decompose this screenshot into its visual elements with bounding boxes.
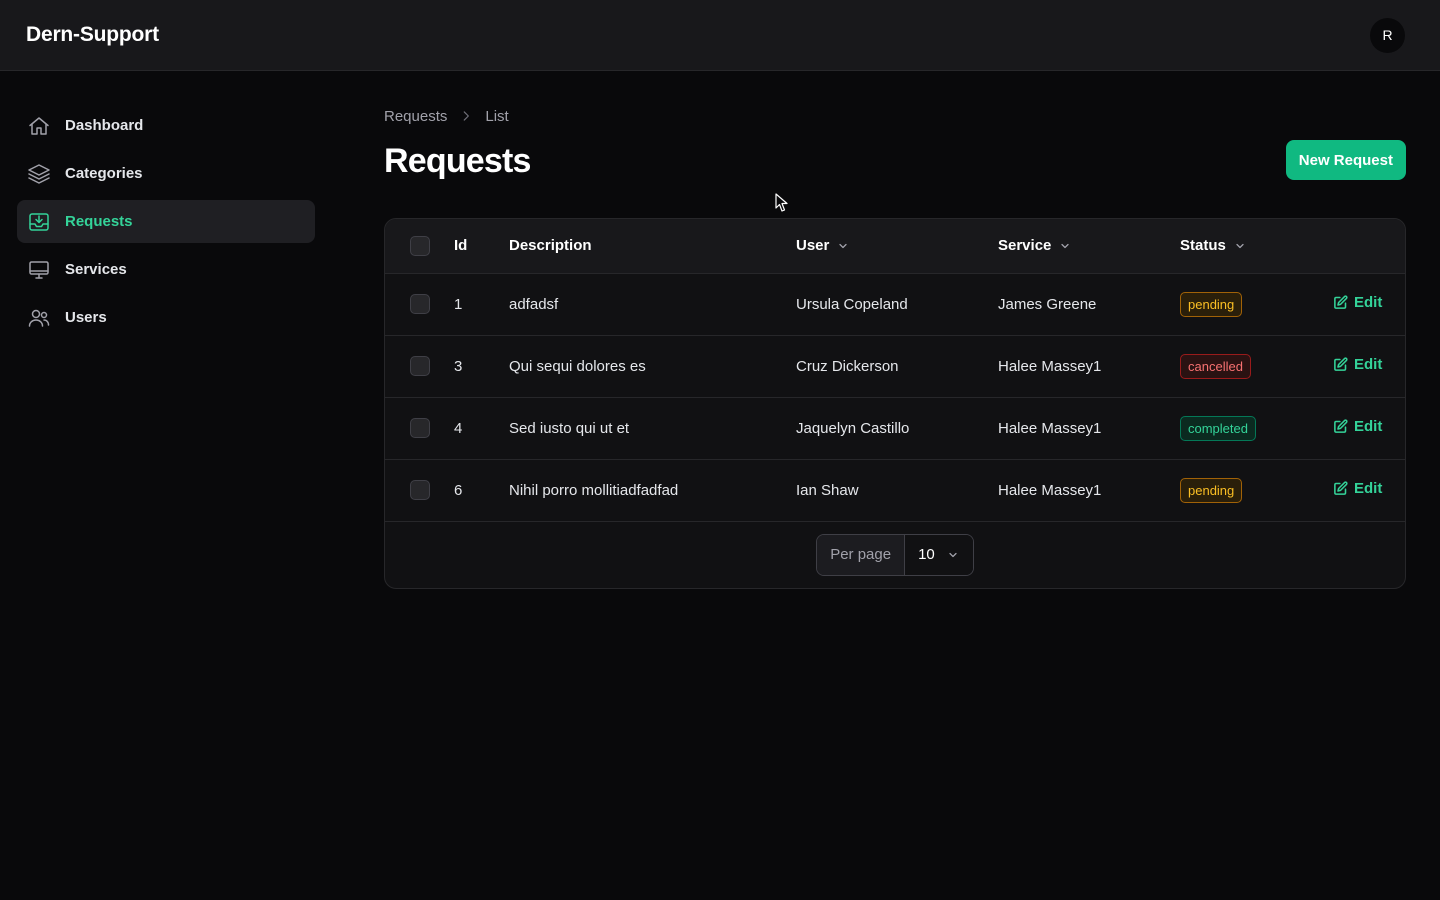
sidebar-item-users[interactable]: Users [17, 296, 315, 339]
sidebar-item-services[interactable]: Services [17, 248, 315, 291]
per-page-label: Per page [817, 534, 906, 575]
requests-table-card: Id Description User Service Status 1 adf… [384, 218, 1406, 589]
edit-button[interactable]: Edit [1333, 418, 1382, 435]
page-title: Requests [384, 141, 531, 180]
breadcrumb-current: List [485, 107, 509, 125]
status-badge: cancelled [1180, 353, 1251, 379]
chevron-right-icon [464, 111, 470, 121]
sidebar-item-categories[interactable]: Categories [17, 152, 315, 195]
user-avatar[interactable]: R [1370, 17, 1405, 53]
column-header-label: Service [998, 237, 1052, 255]
cell-service: James Greene [998, 295, 1097, 313]
main-content: Requests List Requests New Request Id De… [384, 104, 1406, 589]
layers-icon [28, 163, 50, 184]
cell-description: Qui sequi dolores es [509, 357, 646, 375]
home-icon [29, 116, 49, 135]
page-header: Requests New Request [384, 136, 1406, 186]
edit-button[interactable]: Edit [1333, 356, 1382, 373]
sidebar-item-label: Services [65, 261, 127, 278]
status-badge: pending [1180, 291, 1243, 317]
sidebar: Dashboard Categories Requests Services U… [17, 104, 315, 344]
cell-user: Ian Shaw [796, 481, 859, 499]
per-page-value: 10 [918, 546, 935, 563]
sidebar-item-dashboard[interactable]: Dashboard [17, 104, 315, 147]
column-header-label: User [796, 237, 830, 255]
table-footer: Per page 10 [385, 522, 1405, 588]
per-page-select[interactable]: 10 [905, 534, 973, 575]
edit-label: Edit [1354, 480, 1383, 497]
edit-icon [1334, 419, 1348, 433]
table-row: 1 adfadsf Ursula Copeland James Greene p… [385, 273, 1405, 335]
edit-icon [1334, 481, 1348, 495]
chevron-down-icon [839, 243, 847, 248]
chevron-down-icon [949, 552, 957, 557]
cell-service: Halee Massey1 [998, 481, 1102, 499]
row-checkbox[interactable] [410, 356, 430, 376]
edit-icon [1334, 295, 1348, 309]
cell-id: 1 [454, 295, 463, 313]
inbox-download-icon [29, 212, 49, 231]
brand-logo-text[interactable]: Dern-Support [26, 23, 159, 47]
users-icon [28, 309, 50, 327]
cell-service: Halee Massey1 [998, 419, 1102, 437]
breadcrumb-link-requests[interactable]: Requests [384, 108, 447, 125]
table-row: 3 Qui sequi dolores es Cruz Dickerson Ha… [385, 335, 1405, 397]
cell-service: Halee Massey1 [998, 357, 1102, 375]
cell-id: 6 [454, 481, 463, 499]
monitor-icon [29, 260, 49, 279]
table-row: 6 Nihil porro mollitiadfadfad Ian Shaw H… [385, 459, 1405, 521]
chevron-down-icon [1236, 243, 1244, 248]
per-page-control: Per page 10 [816, 533, 974, 576]
column-header-actions [1330, 219, 1405, 273]
cell-description: adfadsf [509, 295, 559, 313]
edit-button[interactable]: Edit [1333, 480, 1382, 497]
cell-user: Cruz Dickerson [796, 357, 899, 375]
column-header-status[interactable]: Status [1180, 237, 1246, 254]
column-header-id: Id [454, 237, 468, 255]
edit-icon [1334, 357, 1348, 371]
cell-user: Ursula Copeland [796, 295, 908, 313]
row-checkbox[interactable] [410, 418, 430, 438]
table-row: 4 Sed iusto qui ut et Jaquelyn Castillo … [385, 397, 1405, 459]
requests-table: Id Description User Service Status 1 adf… [385, 219, 1405, 522]
column-header-user[interactable]: User [796, 237, 849, 254]
top-bar: Dern-Support R [0, 0, 1440, 71]
sidebar-item-label: Categories [65, 165, 143, 182]
status-badge: completed [1180, 415, 1256, 441]
row-checkbox[interactable] [410, 294, 430, 314]
sidebar-item-requests[interactable]: Requests [17, 200, 315, 243]
cell-description: Nihil porro mollitiadfadfad [509, 481, 679, 499]
sidebar-item-label: Requests [65, 213, 133, 230]
column-header-service[interactable]: Service [998, 237, 1071, 254]
status-badge: pending [1180, 477, 1243, 503]
edit-label: Edit [1354, 418, 1383, 435]
row-checkbox[interactable] [410, 480, 430, 500]
edit-label: Edit [1354, 356, 1383, 373]
column-header-description: Description [509, 237, 592, 255]
edit-label: Edit [1354, 294, 1383, 311]
cell-description: Sed iusto qui ut et [509, 419, 630, 437]
chevron-down-icon [1061, 243, 1070, 248]
sidebar-item-label: Dashboard [65, 117, 144, 134]
cell-id: 3 [454, 357, 463, 375]
mouse-pointer-icon [775, 193, 788, 212]
edit-button[interactable]: Edit [1333, 294, 1382, 311]
table-header-row: Id Description User Service Status [385, 219, 1405, 273]
cell-id: 4 [454, 419, 463, 437]
cell-user: Jaquelyn Castillo [796, 419, 910, 437]
new-request-button[interactable]: New Request [1285, 140, 1406, 180]
breadcrumb: Requests List [384, 104, 1406, 128]
select-all-checkbox[interactable] [410, 235, 430, 256]
sidebar-item-label: Users [65, 309, 107, 326]
column-header-label: Status [1180, 237, 1226, 255]
